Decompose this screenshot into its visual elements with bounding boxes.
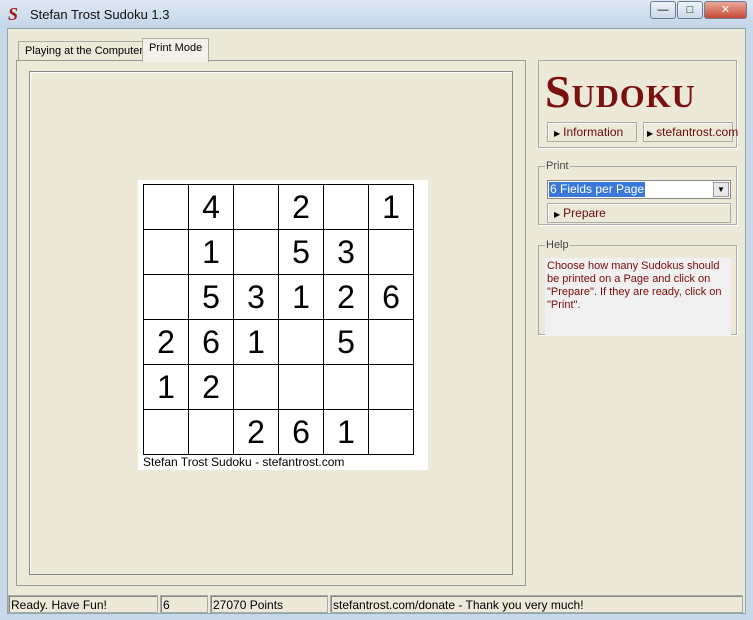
grid-cell: 1 (323, 409, 369, 455)
play-icon: ▶ (554, 210, 561, 219)
print-mode-panel: 42115353126261512261 Stefan Trost Sudoku… (16, 60, 526, 586)
grid-cell (143, 409, 189, 455)
grid-cell: 1 (143, 364, 189, 410)
grid-row: 53126 (143, 274, 414, 320)
website-label: stefantrost.com (656, 125, 739, 139)
print-group: Print 6 Fields per Page ▼ ▶ Prepare (538, 160, 737, 225)
select-value: 6 Fields per Page (549, 182, 646, 197)
grid-cell (323, 184, 369, 230)
grid-row: 421 (143, 184, 414, 230)
grid-cell (278, 364, 324, 410)
help-legend: Help (545, 239, 570, 251)
grid-cell (368, 409, 414, 455)
grid-cell (233, 364, 279, 410)
grid-cell (233, 229, 279, 275)
grid-cell: 3 (323, 229, 369, 275)
grid-cell: 2 (143, 319, 189, 365)
help-group: Help Choose how many Sudokus should be p… (538, 239, 737, 336)
main-window: Playing at the Computer Print Mode 42115… (7, 28, 746, 614)
grid-cell: 5 (278, 229, 324, 275)
close-button[interactable]: ✕ (704, 1, 747, 19)
grid-cell (278, 319, 324, 365)
grid-cell: 6 (188, 319, 234, 365)
grid-row: 12 (143, 364, 414, 410)
status-bar: Ready. Have Fun! 6 27070 Points stefantr… (8, 595, 745, 614)
grid-cell (368, 319, 414, 365)
information-label: Information (563, 125, 624, 139)
grid-row: 261 (143, 409, 414, 455)
grid-cell: 3 (233, 274, 279, 320)
tab-playing[interactable]: Playing at the Computer (18, 41, 151, 61)
fields-per-page-select[interactable]: 6 Fields per Page ▼ (547, 180, 731, 199)
grid-row: 2615 (143, 319, 414, 365)
sudoku-logo: Sudoku (545, 66, 696, 117)
status-points: 27070 Points (210, 595, 328, 613)
grid-cell: 2 (323, 274, 369, 320)
window-title: Stefan Trost Sudoku 1.3 (30, 7, 170, 22)
logo-group: Sudoku ▶ Information ▶ stefantrost.com (538, 60, 738, 148)
grid-cell: 5 (188, 274, 234, 320)
play-icon: ▶ (647, 129, 654, 138)
grid-row: 153 (143, 229, 414, 275)
grid-cell: 1 (233, 319, 279, 365)
grid-cell (143, 274, 189, 320)
print-preview-page: 42115353126261512261 Stefan Trost Sudoku… (138, 180, 428, 470)
grid-cell (143, 184, 189, 230)
prepare-label: Prepare (563, 206, 606, 220)
status-message: Ready. Have Fun! (8, 595, 158, 613)
title-bar: S Stefan Trost Sudoku 1.3 — □ ✕ (0, 0, 753, 28)
grid-cell: 2 (233, 409, 279, 455)
grid-cell (368, 364, 414, 410)
grid-cell (188, 409, 234, 455)
grid-cell: 1 (278, 274, 324, 320)
grid-cell (233, 184, 279, 230)
minimize-button[interactable]: — (650, 1, 676, 19)
grid-cell: 2 (278, 184, 324, 230)
play-icon: ▶ (554, 129, 561, 138)
grid-cell: 2 (188, 364, 234, 410)
help-text: Choose how many Sudokus should be printe… (545, 258, 731, 336)
information-button[interactable]: ▶ Information (547, 122, 637, 142)
grid-cell (368, 229, 414, 275)
app-icon: S (8, 4, 19, 24)
grid-cell: 5 (323, 319, 369, 365)
status-size: 6 (160, 595, 208, 613)
preview-caption: Stefan Trost Sudoku - stefantrost.com (143, 455, 345, 469)
tab-print-mode[interactable]: Print Mode (142, 38, 210, 62)
maximize-button[interactable]: □ (677, 1, 703, 19)
grid-cell: 1 (368, 184, 414, 230)
status-donate: stefantrost.com/donate - Thank you very … (330, 595, 743, 613)
grid-cell: 1 (188, 229, 234, 275)
grid-cell: 6 (368, 274, 414, 320)
grid-cell: 4 (188, 184, 234, 230)
chevron-down-icon[interactable]: ▼ (713, 182, 729, 197)
grid-cell: 6 (278, 409, 324, 455)
grid-cell (323, 364, 369, 410)
preview-area: 42115353126261512261 Stefan Trost Sudoku… (29, 71, 513, 575)
grid-cell (143, 229, 189, 275)
website-button[interactable]: ▶ stefantrost.com (643, 122, 738, 142)
sudoku-grid: 42115353126261512261 (143, 184, 414, 455)
prepare-button[interactable]: ▶ Prepare (547, 203, 731, 223)
print-legend: Print (545, 160, 570, 172)
